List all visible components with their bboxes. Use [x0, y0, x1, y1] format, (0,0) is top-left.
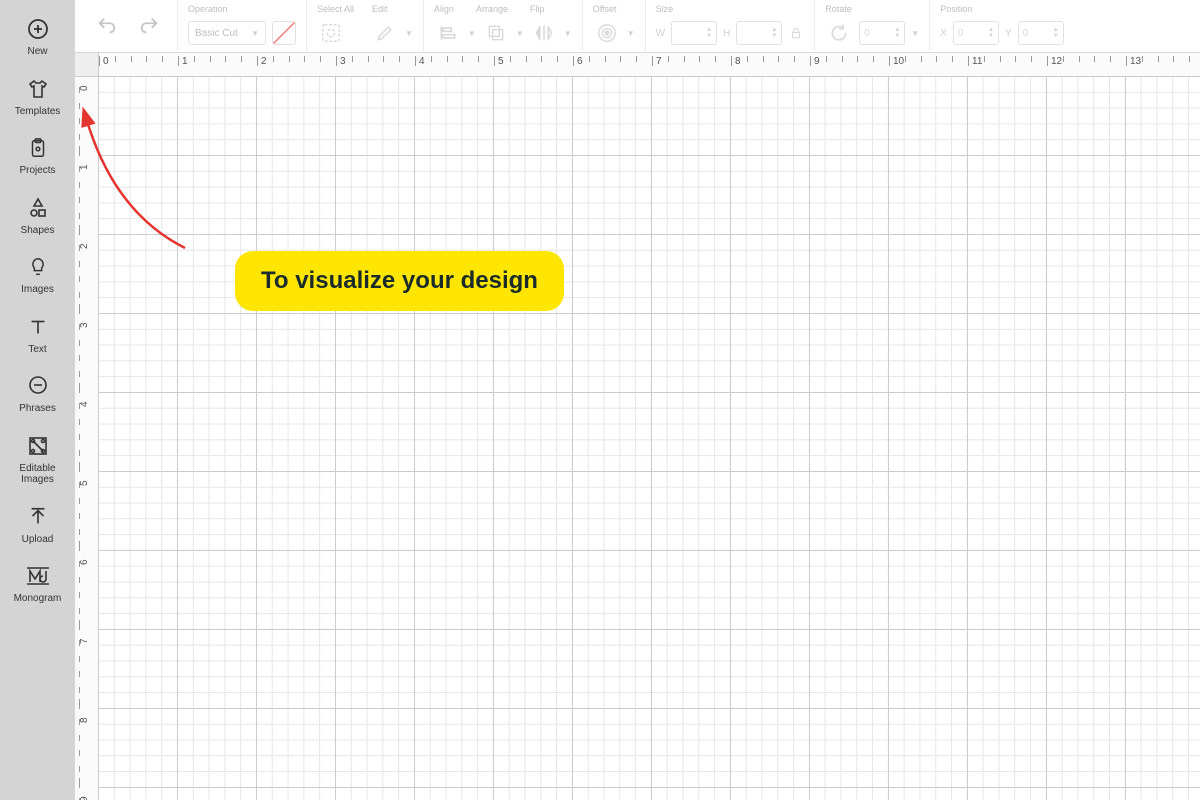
offset-label: Offset [593, 4, 617, 14]
sidebar-label: Editable Images [19, 463, 55, 486]
operation-value: Basic Cut [195, 28, 238, 39]
arrange-button[interactable] [482, 20, 510, 46]
align-button[interactable] [434, 20, 462, 46]
operation-group: Operation Basic Cut▼ [178, 0, 307, 52]
edit-label: Edit [372, 4, 388, 15]
position-label: Position [940, 4, 972, 14]
bulb-icon [25, 254, 51, 280]
offset-button[interactable] [593, 20, 621, 46]
sidebar-label: Text [28, 344, 46, 356]
upload-icon [25, 504, 51, 530]
size-label: Size [656, 4, 674, 14]
sidebar-item-templates[interactable]: Templates [0, 66, 75, 126]
sidebar-label: Phrases [19, 403, 56, 415]
rotate-button[interactable] [825, 20, 853, 46]
shirt-icon [25, 76, 51, 102]
x-label: X [940, 28, 947, 39]
canvas-area: 01234567891011121314 0123456789 To visua… [75, 53, 1200, 800]
sidebar-item-text[interactable]: Text [0, 304, 75, 364]
ruler-vertical: 0123456789 [75, 77, 99, 800]
clipboard-icon [25, 135, 51, 161]
sidebar-label: New [27, 46, 47, 58]
sidebar-item-upload[interactable]: Upload [0, 494, 75, 554]
height-input[interactable]: ▲▼ [736, 21, 782, 45]
left-sidebar: New Templates Projects Shapes Images [0, 0, 75, 800]
annotation-callout: To visualize your design [235, 251, 564, 311]
width-input[interactable]: ▲▼ [671, 21, 717, 45]
height-label: H [723, 28, 730, 39]
edit-button[interactable] [371, 20, 399, 46]
sidebar-label: Projects [19, 165, 55, 177]
rotate-input[interactable]: 0▲▼ [859, 21, 905, 45]
sidebar-item-phrases[interactable]: Phrases [0, 363, 75, 423]
plus-circle-icon [25, 16, 51, 42]
ruler-corner [75, 53, 99, 77]
sidebar-item-editable-images[interactable]: Editable Images [0, 423, 75, 494]
sidebar-label: Images [21, 284, 54, 296]
sidebar-item-monogram[interactable]: Monogram [0, 553, 75, 613]
sidebar-label: Monogram [14, 593, 62, 605]
select-all-button[interactable] [317, 20, 345, 46]
undo-button[interactable] [93, 13, 121, 39]
flip-label: Flip [530, 4, 545, 15]
arrange-label: Arrange [476, 4, 508, 15]
monogram-icon [25, 563, 51, 589]
sidebar-item-new[interactable]: New [0, 6, 75, 66]
y-label: Y [1005, 28, 1012, 39]
sidebar-label: Upload [22, 534, 54, 546]
chat-icon [25, 373, 51, 399]
flip-button[interactable] [530, 20, 558, 46]
sidebar-label: Templates [15, 106, 61, 118]
sidebar-item-projects[interactable]: Projects [0, 125, 75, 185]
sidebar-label: Shapes [21, 225, 55, 237]
sidebar-item-images[interactable]: Images [0, 244, 75, 304]
operation-select[interactable]: Basic Cut▼ [188, 21, 266, 45]
rotate-label: Rotate [825, 4, 852, 14]
y-input[interactable]: 0▲▼ [1018, 21, 1064, 45]
lock-aspect-icon[interactable] [788, 20, 804, 46]
top-toolbar: Operation Basic Cut▼ Select All Edit [75, 0, 1200, 53]
redo-button[interactable] [135, 13, 163, 39]
width-label: W [656, 28, 665, 39]
design-canvas[interactable] [99, 77, 1200, 800]
select-all-label: Select All [317, 4, 354, 15]
sidebar-item-shapes[interactable]: Shapes [0, 185, 75, 245]
operation-label: Operation [188, 4, 296, 15]
color-swatch[interactable] [272, 21, 296, 45]
shapes-icon [25, 195, 51, 221]
x-input[interactable]: 0▲▼ [953, 21, 999, 45]
ruler-horizontal: 01234567891011121314 [99, 53, 1200, 77]
editable-icon [25, 433, 51, 459]
text-icon [25, 314, 51, 340]
align-label: Align [434, 4, 454, 15]
